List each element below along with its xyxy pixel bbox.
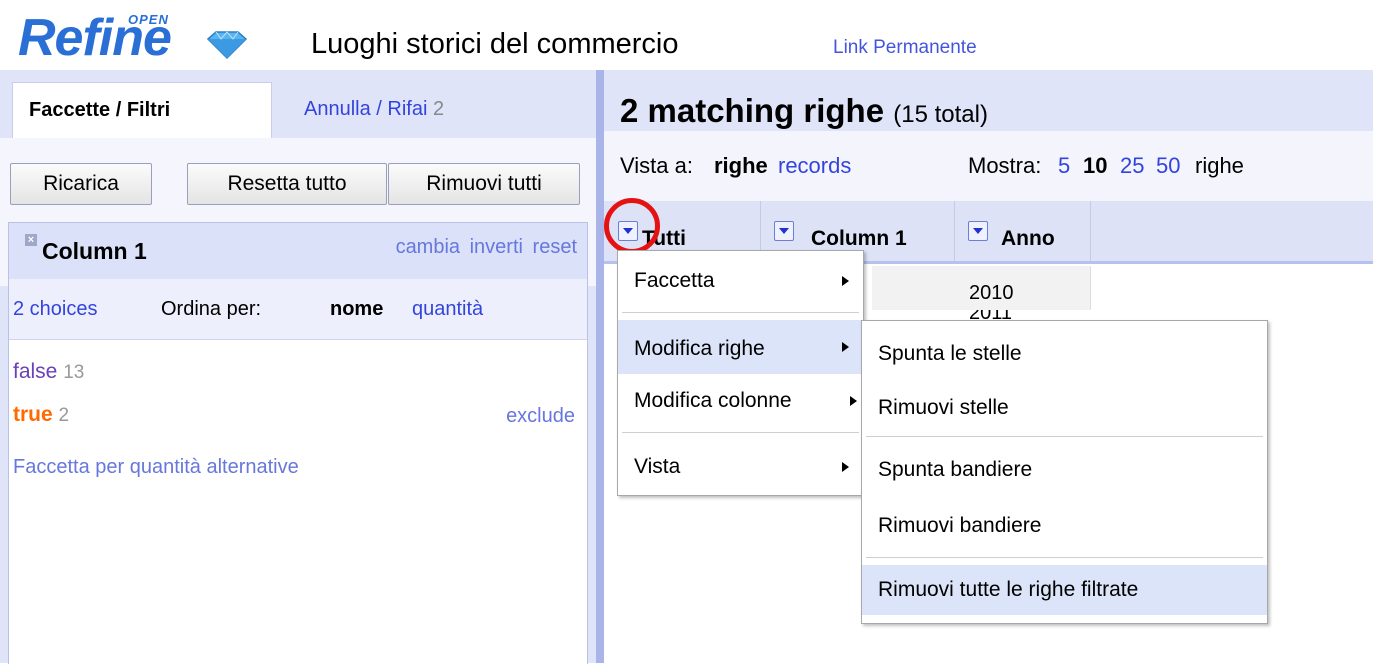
- logo-open-label: OPEN: [128, 12, 169, 27]
- tab-undo-redo[interactable]: Annulla / Rifai 2: [288, 82, 460, 138]
- facet-choice-true[interactable]: true 2: [13, 403, 69, 427]
- menu-item-view[interactable]: Vista: [618, 445, 863, 495]
- summary-bar: 2 matching righe (15 total): [604, 70, 1373, 131]
- sort-by-name[interactable]: nome: [330, 298, 383, 321]
- view-rows-mode[interactable]: righe: [714, 153, 768, 179]
- panel-divider[interactable]: [596, 70, 604, 663]
- remove-all-button[interactable]: Rimuovi tutti: [388, 163, 580, 205]
- facet-change-link[interactable]: cambia: [396, 236, 460, 258]
- view-options-bar: Vista a: righe records Mostra: 5 10 25 5…: [604, 131, 1373, 201]
- submenu-arrow-icon: [842, 342, 849, 352]
- matching-rows: 2 matching righe: [620, 92, 885, 129]
- menu-separator: [866, 557, 1263, 558]
- tab-facets-filters[interactable]: Faccette / Filtri: [12, 82, 272, 138]
- reset-all-button[interactable]: Resetta tutto: [187, 163, 387, 205]
- dropdown-arrow-icon[interactable]: [968, 221, 988, 241]
- facet-reset-link[interactable]: reset: [533, 236, 577, 258]
- facet-choice-false[interactable]: false 13: [13, 360, 84, 384]
- undo-count: 2: [432, 98, 445, 120]
- edit-rows-submenu: Spunta le stelle Rimuovi stelle Spunta b…: [861, 320, 1268, 624]
- highlight-circle: [604, 198, 660, 254]
- page-size-10[interactable]: 10: [1083, 153, 1107, 179]
- menu-item-unstar-rows[interactable]: Rimuovi stelle: [862, 383, 1267, 433]
- menu-item-flag-rows[interactable]: Spunta bandiere: [862, 445, 1267, 495]
- facet-actions: cambia inverti reset: [392, 236, 577, 259]
- menu-separator: [622, 312, 859, 313]
- choice-count: 2: [58, 405, 70, 426]
- facet-card: × Column 1 cambia inverti reset 2 choice…: [8, 222, 588, 664]
- rows-suffix: righe: [1195, 153, 1244, 178]
- left-panel: Faccette / Filtri Annulla / Rifai 2 Rica…: [0, 70, 596, 664]
- table-cell-anno[interactable]: 2010: [955, 266, 1091, 310]
- choices-count: 2 choices: [13, 298, 98, 320]
- facet-invert-link[interactable]: inverti: [470, 236, 523, 258]
- page-size-25[interactable]: 25: [1120, 153, 1144, 179]
- menu-item-edit-columns[interactable]: Modifica colonne: [618, 379, 863, 429]
- tab-label: Faccette / Filtri: [29, 99, 171, 121]
- openrefine-logo[interactable]: Refine OPEN: [18, 8, 288, 70]
- dropdown-arrow-icon[interactable]: [774, 221, 794, 241]
- menu-separator: [866, 436, 1263, 437]
- sort-by-count-link[interactable]: quantità: [412, 298, 483, 321]
- facet-header: × Column 1 cambia inverti reset: [9, 223, 587, 279]
- choice-label[interactable]: true: [13, 403, 53, 426]
- menu-item-star-rows[interactable]: Spunta le stelle: [862, 329, 1267, 379]
- menu-separator: [622, 432, 859, 433]
- column-header-anno[interactable]: Anno: [955, 201, 1091, 261]
- diamond-icon: [206, 31, 248, 60]
- project-title[interactable]: Luoghi storici del commercio: [311, 28, 678, 61]
- menu-item-facet[interactable]: Faccetta: [618, 259, 863, 309]
- total-rows: (15 total): [893, 101, 988, 128]
- menu-item-unflag-rows[interactable]: Rimuovi bandiere: [862, 501, 1267, 551]
- choice-label[interactable]: false: [13, 360, 57, 383]
- menu-item-edit-rows[interactable]: Modifica righe: [618, 320, 863, 374]
- menu-item-label: Vista: [634, 455, 681, 478]
- reload-button[interactable]: Ricarica: [10, 163, 152, 205]
- tab-label: Annulla / Rifai: [304, 98, 428, 120]
- page-size-50[interactable]: 50: [1156, 153, 1180, 179]
- view-label: Vista a:: [620, 153, 693, 178]
- menu-item-label: Modifica colonne: [634, 389, 792, 412]
- show-label: Mostra:: [968, 153, 1042, 178]
- page-size-5[interactable]: 5: [1058, 153, 1070, 179]
- column-label: Anno: [1001, 227, 1055, 250]
- view-records-mode[interactable]: records: [778, 153, 851, 179]
- menu-item-label: Modifica righe: [634, 337, 765, 360]
- close-icon[interactable]: ×: [25, 234, 37, 246]
- submenu-arrow-icon: [842, 276, 849, 286]
- choice-count: 13: [63, 362, 85, 383]
- menu-item-remove-matching-rows[interactable]: Rimuovi tutte le righe filtrate: [862, 565, 1267, 615]
- column-dropdown-menu: Faccetta Modifica righe Modifica colonne…: [617, 250, 864, 496]
- row-count-summary: 2 matching righe (15 total): [620, 92, 988, 130]
- column-label: Column 1: [811, 227, 907, 250]
- app-header: Refine OPEN Luoghi storici del commercio…: [0, 0, 1373, 70]
- sort-label: Ordina per:: [161, 298, 262, 320]
- alternative-counts-link[interactable]: Faccetta per quantità alternative: [13, 456, 299, 479]
- exclude-link[interactable]: exclude: [506, 405, 575, 428]
- permalink-link[interactable]: Link Permanente: [833, 37, 977, 59]
- table-cell: [872, 266, 955, 310]
- facet-title: Column 1: [42, 238, 147, 264]
- menu-item-label: Faccetta: [634, 269, 715, 292]
- facet-sort-bar: 2 choices Ordina per: nome quantità: [9, 279, 587, 340]
- submenu-arrow-icon: [842, 462, 849, 472]
- submenu-arrow-icon: [850, 396, 857, 406]
